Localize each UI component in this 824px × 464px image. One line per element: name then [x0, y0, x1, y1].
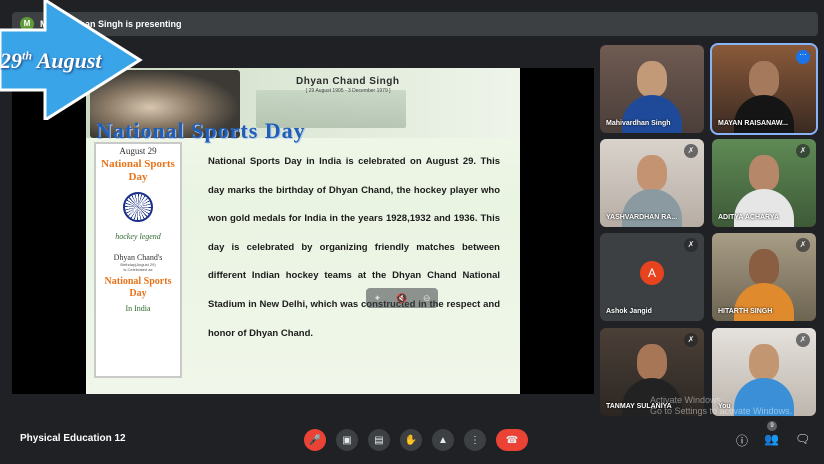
participant-tile[interactable]: A ✗ Ashok Jangid — [600, 233, 704, 321]
right-controls: ⓘ 👥 🗨 — [736, 432, 810, 449]
watermark-line-1: Activate Windows — [650, 395, 722, 405]
participant-name: MAYAN RAISANAW... — [718, 120, 788, 127]
participant-name: YASHVARDHAN RA... — [606, 214, 678, 221]
date-suffix: th — [22, 48, 33, 63]
participant-name: Ashok Jangid — [606, 308, 652, 315]
slide-poster: August 29 National Sports Day hockey leg… — [94, 142, 182, 378]
leave-call-button[interactable]: ☎ — [496, 429, 528, 451]
poster-name: Dhyan Chand's — [113, 253, 163, 262]
presentation-mini-toolbar[interactable]: ✦ 🔇 ⊖ — [366, 288, 438, 308]
poster-india: In India — [125, 304, 151, 313]
poster-sub2: is Celebrated as — [123, 267, 153, 272]
participant-tile[interactable]: ✗ HITARTH SINGH — [712, 233, 816, 321]
mute-icon[interactable]: 🔇 — [396, 293, 407, 304]
more-vert-icon: ⋮ — [470, 434, 480, 446]
meeting-title: Physical Education 12 — [20, 433, 126, 444]
windows-activation-watermark: Activate Windows Go to Settings to activ… — [650, 395, 792, 417]
chat-icon[interactable]: 🗨 — [795, 432, 810, 449]
poster-title-2: National Sports Day — [104, 276, 172, 299]
camera-toggle-button[interactable]: ▣ — [336, 429, 358, 451]
participant-tile[interactable]: ✗ ADITYA ACHARYA — [712, 139, 816, 227]
remove-icon[interactable]: ⊖ — [423, 293, 431, 304]
slide-body-text: National Sports Day in India is celebrat… — [208, 156, 500, 339]
call-controls: 🎤 ▣ ▤ ✋ ▲ ⋮ ☎ — [304, 429, 528, 451]
participant-tile[interactable]: ✗ YASHVARDHAN RA... — [600, 139, 704, 227]
microphone-toggle-button[interactable]: 🎤 — [304, 429, 326, 451]
poster-date: August 29 — [119, 146, 157, 156]
mic-off-icon: ✗ — [684, 238, 698, 252]
slide-title: National Sports Day — [96, 118, 306, 143]
slide-person-name: Dhyan Chand Singh — [296, 76, 400, 87]
participant-name: ADITYA ACHARYA — [718, 214, 779, 221]
slide-header: Dhyan Chand Singh [ 29 August 1905 - 3 D… — [86, 68, 520, 143]
call-end-icon: ☎ — [505, 434, 519, 446]
mic-off-icon: ✗ — [796, 238, 810, 252]
meet-window: M Mahivardhan Singh is presenting Dhyan … — [0, 0, 824, 464]
mic-off-icon: ✗ — [684, 333, 698, 347]
participant-tile[interactable]: ⋯ MAYAN RAISANAW... — [710, 43, 818, 135]
raise-hand-button[interactable]: ✋ — [400, 429, 422, 451]
mic-off-icon: 🎤 — [308, 434, 322, 446]
mic-off-icon: ✗ — [684, 144, 698, 158]
watermark-line-2: Go to Settings to activate Windows. — [650, 406, 793, 416]
participant-tile[interactable]: Mahivardhan Singh — [600, 45, 704, 133]
more-options-icon[interactable]: ⋯ — [796, 50, 810, 64]
presentation-slide: Dhyan Chand Singh [ 29 August 1905 - 3 D… — [86, 68, 520, 394]
mic-off-icon: ✗ — [796, 333, 810, 347]
captions-button[interactable]: ▤ — [368, 429, 390, 451]
ashoka-chakra-icon — [123, 192, 153, 222]
hand-icon: ✋ — [404, 434, 418, 446]
more-options-button[interactable]: ⋮ — [464, 429, 486, 451]
people-icon[interactable]: 👥 — [764, 432, 779, 449]
present-button[interactable]: ▲ — [432, 429, 454, 451]
people-count-badge: 9 — [767, 421, 777, 431]
captions-icon: ▤ — [374, 434, 384, 446]
participant-name: Mahivardhan Singh — [606, 120, 671, 127]
pin-icon[interactable]: ✦ — [374, 293, 382, 304]
present-icon: ▲ — [438, 434, 448, 446]
info-icon[interactable]: ⓘ — [736, 432, 748, 449]
date-number: 29 — [0, 48, 22, 73]
mic-off-icon: ✗ — [796, 144, 810, 158]
date-month: August — [36, 48, 102, 73]
slide-person-dates: [ 29 August 1905 - 3 December 1979 ] — [306, 88, 391, 94]
participant-avatar: A — [640, 261, 664, 285]
camera-icon: ▣ — [342, 434, 352, 446]
bottom-bar: Physical Education 12 🎤 ▣ ▤ ✋ ▲ ⋮ ☎ ⓘ 👥 … — [0, 418, 824, 464]
date-label: 29th August — [0, 48, 102, 74]
poster-title: National Sports Day — [101, 158, 175, 183]
participant-name: HITARTH SINGH — [718, 308, 773, 315]
poster-script: hockey legend — [115, 232, 161, 241]
